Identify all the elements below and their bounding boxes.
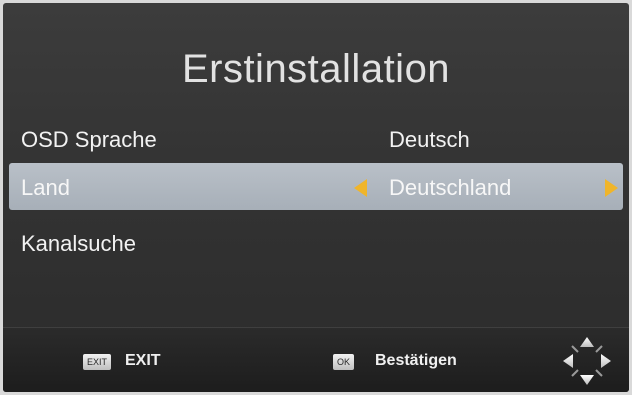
exit-button[interactable]: EXIT — [125, 352, 161, 370]
confirm-button[interactable]: Bestätigen — [375, 352, 457, 370]
menu-item-osd-sprache[interactable]: OSD Sprache Deutsch — [9, 115, 623, 162]
exit-key-icon: EXIT — [83, 354, 112, 370]
arrow-right-icon[interactable] — [605, 179, 618, 197]
menu-item-land[interactable]: Land Deutschland — [9, 163, 623, 210]
page-title: Erstinstallation — [181, 47, 451, 91]
menu-item-label: OSD Sprache — [21, 127, 157, 152]
menu-item-label: Kanalsuche — [21, 231, 136, 256]
footer-bar: EXIT EXIT OK Bestätigen — [3, 327, 629, 392]
ok-key-icon: OK — [333, 354, 355, 370]
tv-screen: Erstinstallation OSD Sprache Deutsch Lan… — [3, 3, 629, 392]
arrow-left-icon[interactable] — [354, 179, 367, 197]
menu-item-value: Deutschland — [389, 175, 512, 200]
menu-item-label: Land — [21, 175, 70, 200]
menu-item-kanalsuche[interactable]: Kanalsuche — [9, 219, 623, 266]
dpad-icon — [563, 337, 611, 385]
menu-item-value: Deutsch — [389, 127, 470, 152]
